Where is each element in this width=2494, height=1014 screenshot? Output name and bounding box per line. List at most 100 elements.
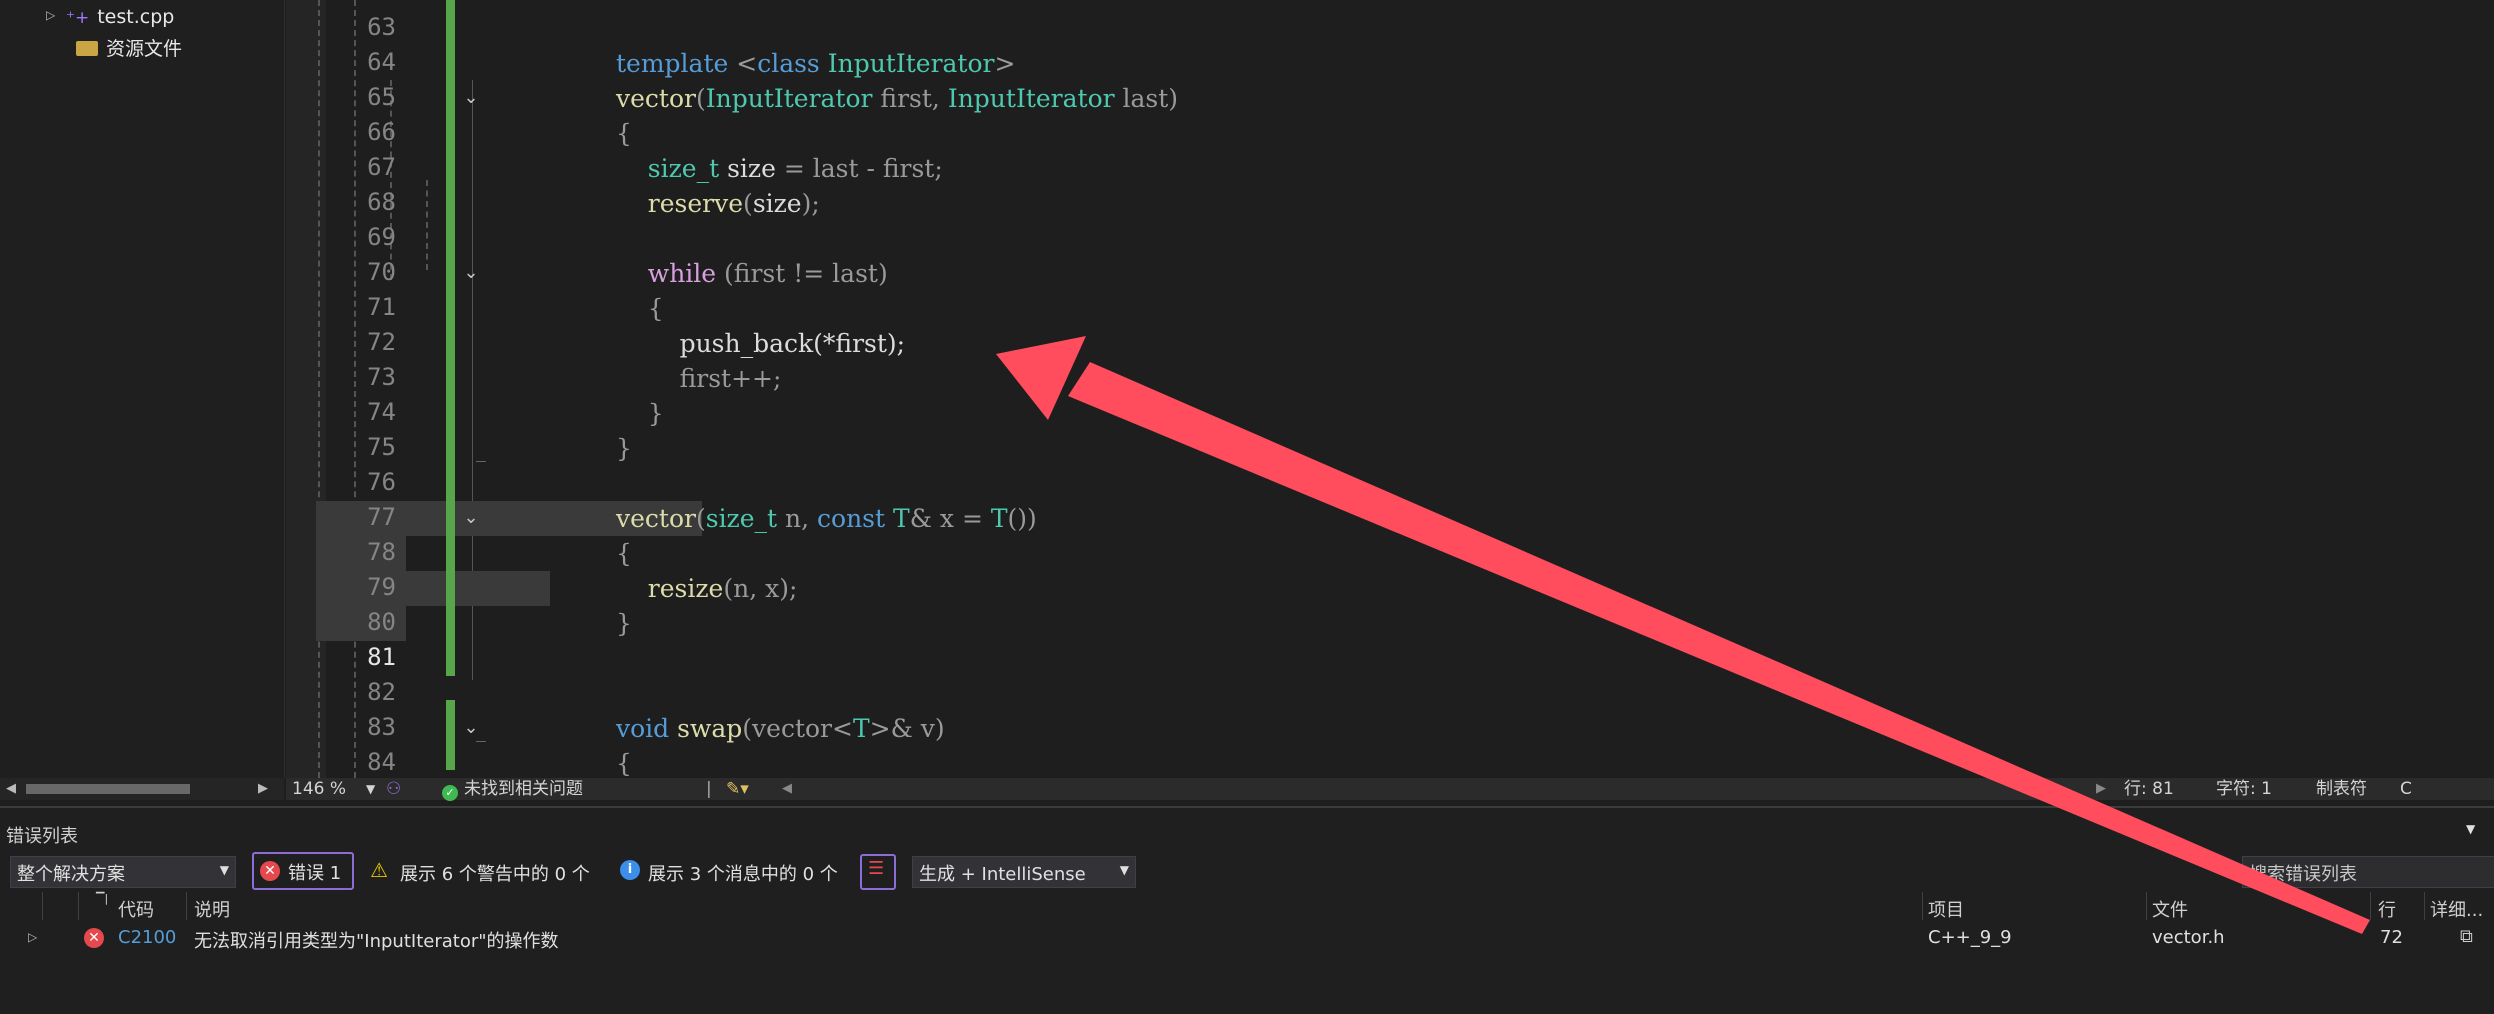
build-filter-dropdown[interactable]: 生成 + IntelliSense ▼ bbox=[912, 856, 1136, 888]
code-token: size bbox=[752, 189, 802, 218]
code-token: size_t bbox=[647, 154, 720, 183]
cleanup-icon[interactable]: ✎▾ bbox=[726, 778, 749, 800]
code-token: ); bbox=[801, 189, 820, 218]
change-bar bbox=[446, 0, 455, 676]
code-token: > bbox=[994, 49, 1016, 78]
code-token: < bbox=[728, 49, 758, 78]
error-code-link[interactable]: C2100 bbox=[118, 927, 176, 948]
code-token: vector bbox=[616, 84, 696, 113]
error-description: 无法取消引用类型为"InputIterator"的操作数 bbox=[194, 931, 559, 952]
filter-toggle-button[interactable]: ☰ bbox=[860, 854, 896, 890]
solution-explorer: ▷ ⁺+ test.cpp 资源文件 bbox=[0, 0, 285, 778]
fold-end-tick bbox=[476, 461, 486, 462]
scroll-left-icon[interactable]: ◀ bbox=[6, 778, 16, 800]
code-line[interactable]: push_back(*first); bbox=[616, 326, 906, 361]
code-token: (vector< bbox=[742, 714, 853, 743]
issues-status[interactable]: ✓ 未找到相关问题 bbox=[442, 778, 583, 801]
fold-end-tick bbox=[476, 741, 486, 742]
code-line[interactable]: } bbox=[616, 606, 632, 641]
col-code[interactable]: 代码 bbox=[118, 896, 154, 922]
fold-chevron-icon[interactable]: ⌄ bbox=[458, 85, 484, 111]
code-line[interactable]: } bbox=[616, 396, 664, 431]
brush-icon[interactable]: ⚇ bbox=[386, 778, 401, 800]
code-line[interactable]: { bbox=[616, 536, 632, 571]
col-file[interactable]: 文件 bbox=[2152, 896, 2188, 922]
line-number: 64 bbox=[367, 48, 396, 76]
fold-chevron-icon[interactable]: ⌄ bbox=[458, 260, 484, 286]
scroll-thumb[interactable] bbox=[26, 784, 190, 794]
col-detail[interactable]: 详细... bbox=[2430, 896, 2483, 922]
code-line[interactable]: first++; bbox=[616, 361, 782, 396]
copy-icon[interactable]: ⧉ bbox=[2460, 926, 2473, 947]
fold-chevron-icon[interactable]: ⌄ bbox=[458, 505, 484, 531]
errors-filter-button[interactable]: ✕ 错误 1 bbox=[252, 852, 354, 890]
code-line[interactable]: void swap(vector<T>& v) bbox=[616, 711, 945, 746]
code-token: >& v) bbox=[869, 714, 945, 743]
code-line[interactable]: template <class InputIterator> bbox=[616, 46, 1015, 81]
tree-item-test-cpp[interactable]: ▷ ⁺+ test.cpp bbox=[46, 6, 174, 28]
code-line[interactable]: { bbox=[616, 746, 632, 778]
code-line[interactable]: { bbox=[616, 116, 632, 151]
indent-guide bbox=[426, 180, 428, 270]
col-desc[interactable]: 说明 bbox=[194, 896, 230, 922]
table-row[interactable]: ▷ ✕ C2100 无法取消引用类型为"InputIterator"的操作数 C… bbox=[0, 924, 2494, 954]
code-token: InputIterator bbox=[827, 49, 995, 78]
code-token: (n, x); bbox=[723, 574, 798, 603]
code-token: const bbox=[817, 504, 886, 533]
line-number: 73 bbox=[367, 363, 396, 391]
line-number: 74 bbox=[367, 398, 396, 426]
code-line[interactable]: reserve(size); bbox=[616, 186, 820, 221]
col-project[interactable]: 项目 bbox=[1928, 896, 1964, 922]
fold-chevron-icon[interactable]: ⌄ bbox=[458, 715, 484, 741]
code-token: push_back(*first); bbox=[679, 329, 906, 358]
col-line[interactable]: 行 bbox=[2378, 896, 2396, 922]
code-line[interactable]: vector(InputIterator first, InputIterato… bbox=[616, 81, 1178, 116]
code-token: class bbox=[757, 49, 820, 78]
code-line[interactable]: while (first != last) bbox=[616, 256, 888, 291]
code-token: } bbox=[616, 434, 632, 463]
status-divider: | bbox=[706, 779, 712, 799]
tree-item-resource-files[interactable]: 资源文件 bbox=[76, 34, 182, 61]
code-token: ( bbox=[695, 84, 706, 113]
code-line[interactable]: resize(n, x); bbox=[616, 571, 798, 606]
code-line[interactable]: } bbox=[616, 431, 632, 466]
line-ending[interactable]: C bbox=[2400, 778, 2412, 800]
code-editor[interactable]: ⌄ ⌄ ⌄ ⌄ 63 64 template <class InputIterator> 6… bbox=[286, 0, 2494, 778]
code-token: vector bbox=[616, 504, 696, 533]
code-line[interactable]: vector(size_t n, const T& x = T()) bbox=[616, 501, 1037, 536]
scope-dropdown[interactable]: 整个解决方案 ▼ bbox=[10, 856, 236, 888]
search-error-list-input[interactable]: 搜索错误列表 bbox=[2242, 856, 2494, 888]
code-line[interactable]: { bbox=[616, 291, 664, 326]
code-token: size_t bbox=[705, 504, 778, 533]
line-number: 71 bbox=[367, 293, 396, 321]
folder-icon bbox=[76, 41, 98, 56]
code-token: first, bbox=[872, 84, 948, 113]
code-token: & x = bbox=[909, 504, 991, 533]
hscroll-right-icon[interactable]: ▶ bbox=[2096, 778, 2106, 800]
hscroll-left-icon[interactable]: ◀ bbox=[782, 778, 792, 800]
change-bar bbox=[446, 700, 455, 770]
panel-dropdown-icon[interactable]: ▼ bbox=[2466, 822, 2475, 836]
warning-icon: ⚠ bbox=[370, 858, 388, 882]
code-token: T bbox=[852, 714, 870, 743]
zoom-level[interactable]: 146 % bbox=[292, 778, 346, 800]
cpp-file-icon: ⁺+ bbox=[66, 8, 90, 28]
indent-mode[interactable]: 制表符 bbox=[2316, 778, 2367, 800]
expand-chevron-icon[interactable]: ▷ bbox=[46, 8, 55, 22]
explorer-horizontal-scrollbar[interactable]: ◀ ▶ bbox=[0, 778, 284, 800]
scroll-right-icon[interactable]: ▶ bbox=[258, 778, 268, 800]
code-token: T bbox=[990, 504, 1008, 533]
line-number: 63 bbox=[367, 13, 396, 41]
row-expand-icon[interactable]: ▷ bbox=[28, 930, 37, 944]
zoom-dropdown-icon[interactable]: ▼ bbox=[366, 778, 375, 800]
cursor-char: 字符: 1 bbox=[2216, 779, 2272, 799]
line-number: 84 bbox=[367, 748, 396, 776]
code-token: ( bbox=[743, 189, 753, 218]
code-line[interactable]: size_t size = last - first; bbox=[616, 151, 943, 186]
